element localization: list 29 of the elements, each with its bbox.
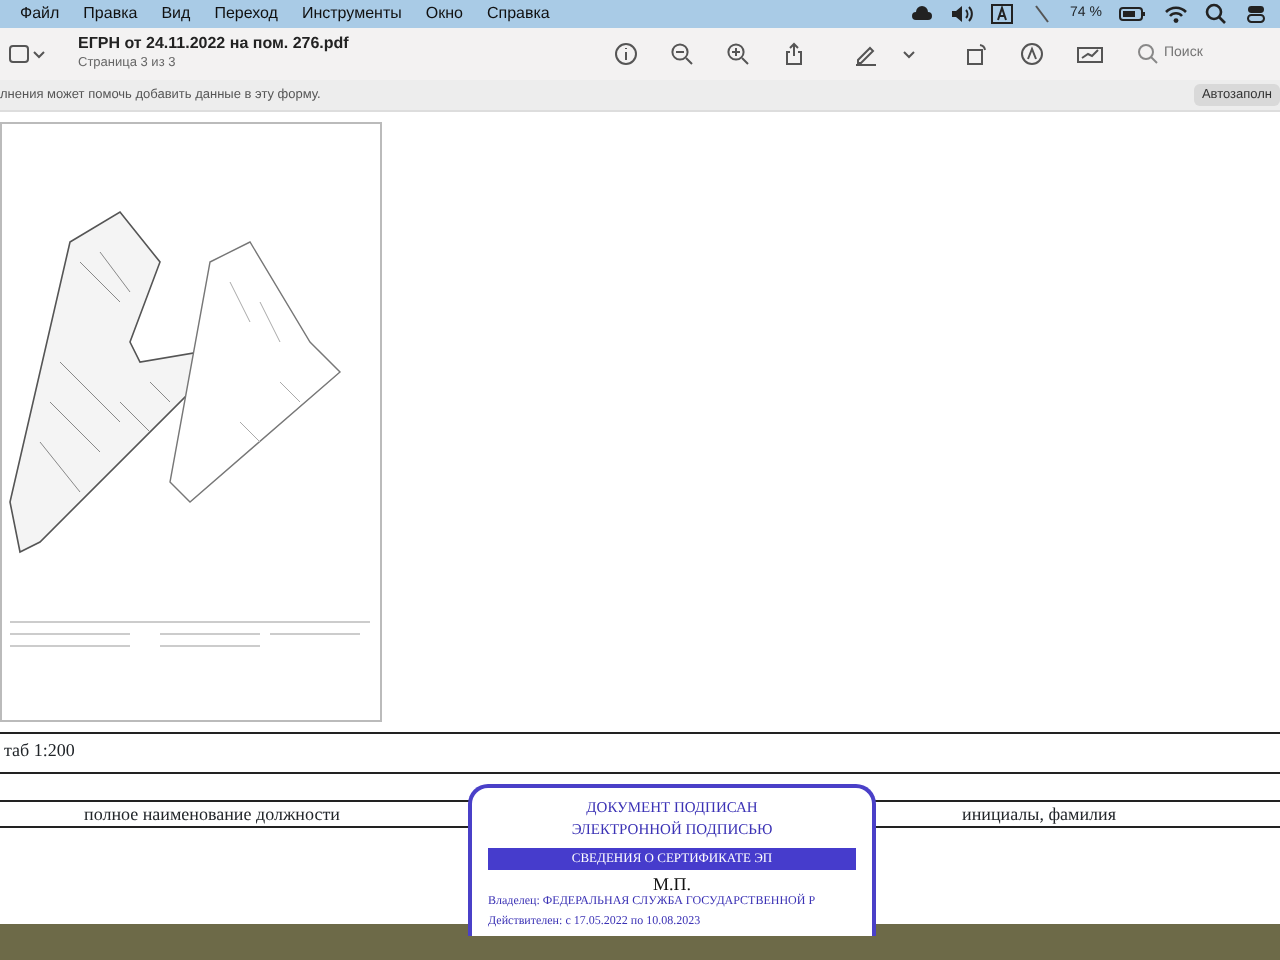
battery-icon[interactable] [1118, 2, 1148, 26]
control-center-icon[interactable] [1244, 2, 1268, 26]
rotate-icon[interactable] [964, 42, 988, 66]
menu-item[interactable]: Окно [425, 2, 463, 26]
share-icon[interactable] [782, 42, 806, 66]
markup-icon[interactable] [1020, 42, 1044, 66]
cloud-icon[interactable] [910, 2, 935, 26]
menu-item[interactable]: Справка [486, 2, 550, 26]
position-label: полное наименование должности [84, 802, 340, 826]
info-icon[interactable] [614, 42, 638, 66]
menu-item[interactable]: Правка [83, 2, 138, 26]
menu-item[interactable]: Инструменты [301, 2, 402, 26]
keyboard-layout-icon[interactable] [990, 2, 1015, 26]
document-title: ЕГРН от 24.11.2022 на пом. 276.pdf [78, 35, 351, 54]
pen-icon[interactable] [854, 42, 878, 66]
seal-label: М.П. [650, 876, 691, 895]
zoom-out-icon[interactable] [670, 42, 694, 66]
menu-item[interactable]: Вид [161, 2, 191, 26]
sidebar-toggle-icon[interactable] [8, 42, 32, 66]
scale-text: таб 1:200 [2, 738, 77, 764]
search-icon [1136, 42, 1160, 66]
menu-item[interactable]: Переход [214, 2, 278, 26]
signature-icon[interactable] [1076, 42, 1104, 66]
name-label: инициалы, фамилия [962, 802, 1116, 826]
menu-item[interactable]: Файл [20, 2, 60, 26]
zoom-in-icon[interactable] [726, 42, 750, 66]
volume-icon[interactable] [950, 2, 975, 26]
search-icon[interactable] [1204, 2, 1228, 26]
wifi-icon[interactable] [1164, 2, 1188, 26]
